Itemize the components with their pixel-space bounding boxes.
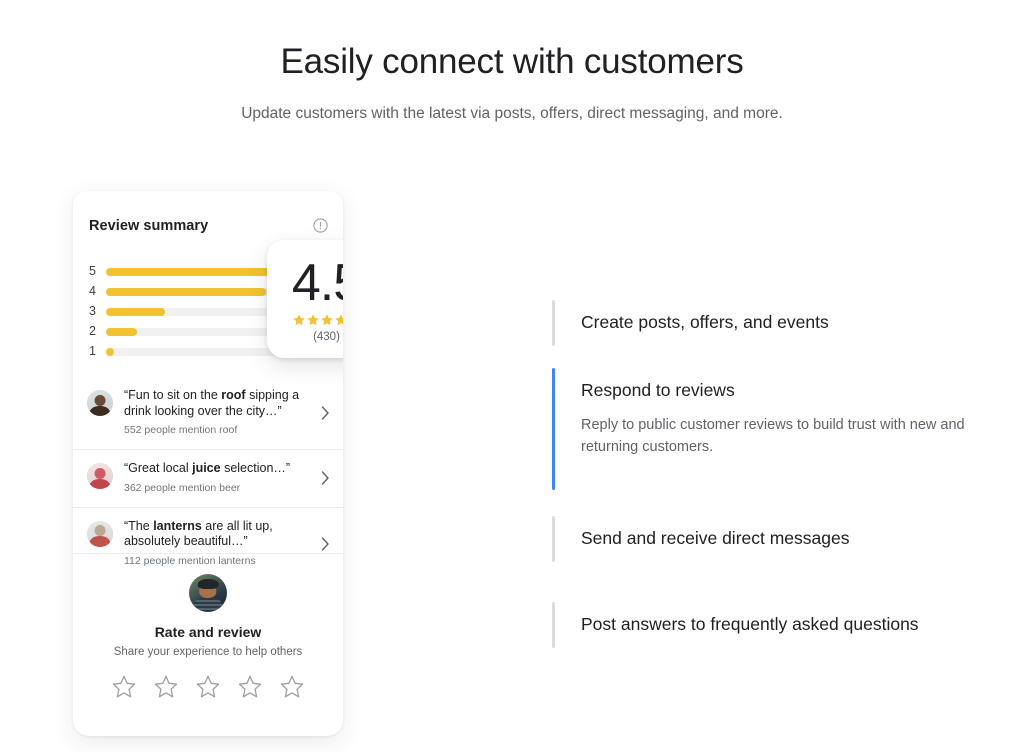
- quote-part: “Great local: [124, 461, 193, 475]
- star-outline-icon[interactable]: [153, 674, 179, 700]
- review-count: (430): [313, 331, 340, 343]
- star-outline-icon[interactable]: [111, 674, 137, 700]
- average-rating-chip: 4.5 (430): [267, 240, 343, 358]
- review-list: “Fun to sit on the roof sipping a drink …: [73, 377, 343, 580]
- feature-rail: [552, 602, 555, 648]
- feature-title: Send and receive direct messages: [581, 528, 850, 548]
- quote-keyword: lanterns: [153, 518, 202, 533]
- feature-rail: [552, 300, 555, 346]
- review-quote: “Great local juice selection…”: [124, 461, 309, 477]
- info-circle-icon[interactable]: [313, 218, 328, 233]
- chevron-right-icon[interactable]: [321, 406, 330, 420]
- review-mention-count: 362 people mention beer: [124, 481, 241, 494]
- feature-rail: [552, 516, 555, 562]
- review-text: “Great local juice selection…” 362 peopl…: [124, 461, 309, 495]
- star-outline-icon[interactable]: [237, 674, 263, 700]
- chevron-right-icon[interactable]: [321, 471, 330, 485]
- dist-label: 5: [89, 264, 96, 278]
- feature-title: Respond to reviews: [581, 380, 735, 400]
- feature-item-direct-messages[interactable]: Send and receive direct messages: [552, 516, 992, 562]
- chevron-right-icon[interactable]: [321, 536, 330, 551]
- dist-fill: [106, 287, 266, 296]
- rate-and-review-title: Rate and review: [154, 624, 262, 640]
- feature-item-create-posts[interactable]: Create posts, offers, and events: [552, 300, 992, 346]
- review-list-item[interactable]: “Fun to sit on the roof sipping a drink …: [73, 377, 343, 449]
- star-outline-icon[interactable]: [279, 674, 305, 700]
- dist-label: 4: [89, 284, 96, 298]
- dist-fill: [106, 327, 137, 336]
- quote-keyword: juice: [192, 461, 221, 475]
- user-avatar: [189, 574, 227, 612]
- quote-keyword: roof: [221, 388, 246, 402]
- dist-label: 1: [89, 344, 96, 358]
- review-quote: “Fun to sit on the roof sipping a drink …: [124, 388, 309, 419]
- review-text: “Fun to sit on the roof sipping a drink …: [124, 388, 309, 437]
- rate-and-review-block: Rate and review Share your experience to…: [73, 553, 343, 700]
- feature-rail-active: [552, 368, 555, 490]
- dist-label: 3: [89, 304, 96, 318]
- feature-title: Post answers to frequently asked questio…: [581, 614, 919, 634]
- dist-fill: [106, 307, 166, 316]
- average-rating-value: 4.5: [291, 254, 343, 312]
- dist-label: 2: [89, 324, 96, 338]
- review-summary-card: Review summary 5 4 3 2 1 4. (430) “Fun t…: [73, 191, 343, 736]
- rate-star-picker[interactable]: [73, 674, 343, 700]
- feature-item-respond-to-reviews[interactable]: Respond to reviews Reply to public custo…: [552, 368, 992, 490]
- reviewer-avatar: [87, 520, 113, 547]
- quote-part: “The: [124, 518, 154, 533]
- page-header: Easily connect with customers Update cus…: [0, 40, 1024, 125]
- reviewer-avatar: [87, 463, 113, 489]
- review-quote: “The lanterns are all lit up, absolutely…: [124, 519, 309, 550]
- average-rating-stars: [267, 313, 343, 327]
- review-list-item[interactable]: “Great local juice selection…” 362 peopl…: [73, 449, 343, 507]
- dist-fill: [106, 347, 115, 356]
- review-summary-title: Review summary: [89, 218, 209, 234]
- feature-list: Create posts, offers, and events Respond…: [552, 300, 992, 648]
- rate-and-review-subtitle: Share your experience to help others: [113, 646, 303, 658]
- quote-part: selection…”: [220, 461, 291, 475]
- reviewer-avatar: [87, 390, 113, 416]
- star-outline-icon[interactable]: [195, 674, 221, 700]
- quote-part: “Fun to sit on the: [124, 388, 222, 402]
- page-title: Easily connect with customers: [280, 42, 744, 81]
- feature-title: Create posts, offers, and events: [581, 312, 829, 332]
- review-mention-count: 552 people mention roof: [124, 424, 238, 436]
- feature-description: Reply to public customer reviews to buil…: [581, 417, 965, 455]
- page-subtitle: Update customers with the latest via pos…: [241, 105, 783, 122]
- feature-item-faq[interactable]: Post answers to frequently asked questio…: [552, 602, 992, 648]
